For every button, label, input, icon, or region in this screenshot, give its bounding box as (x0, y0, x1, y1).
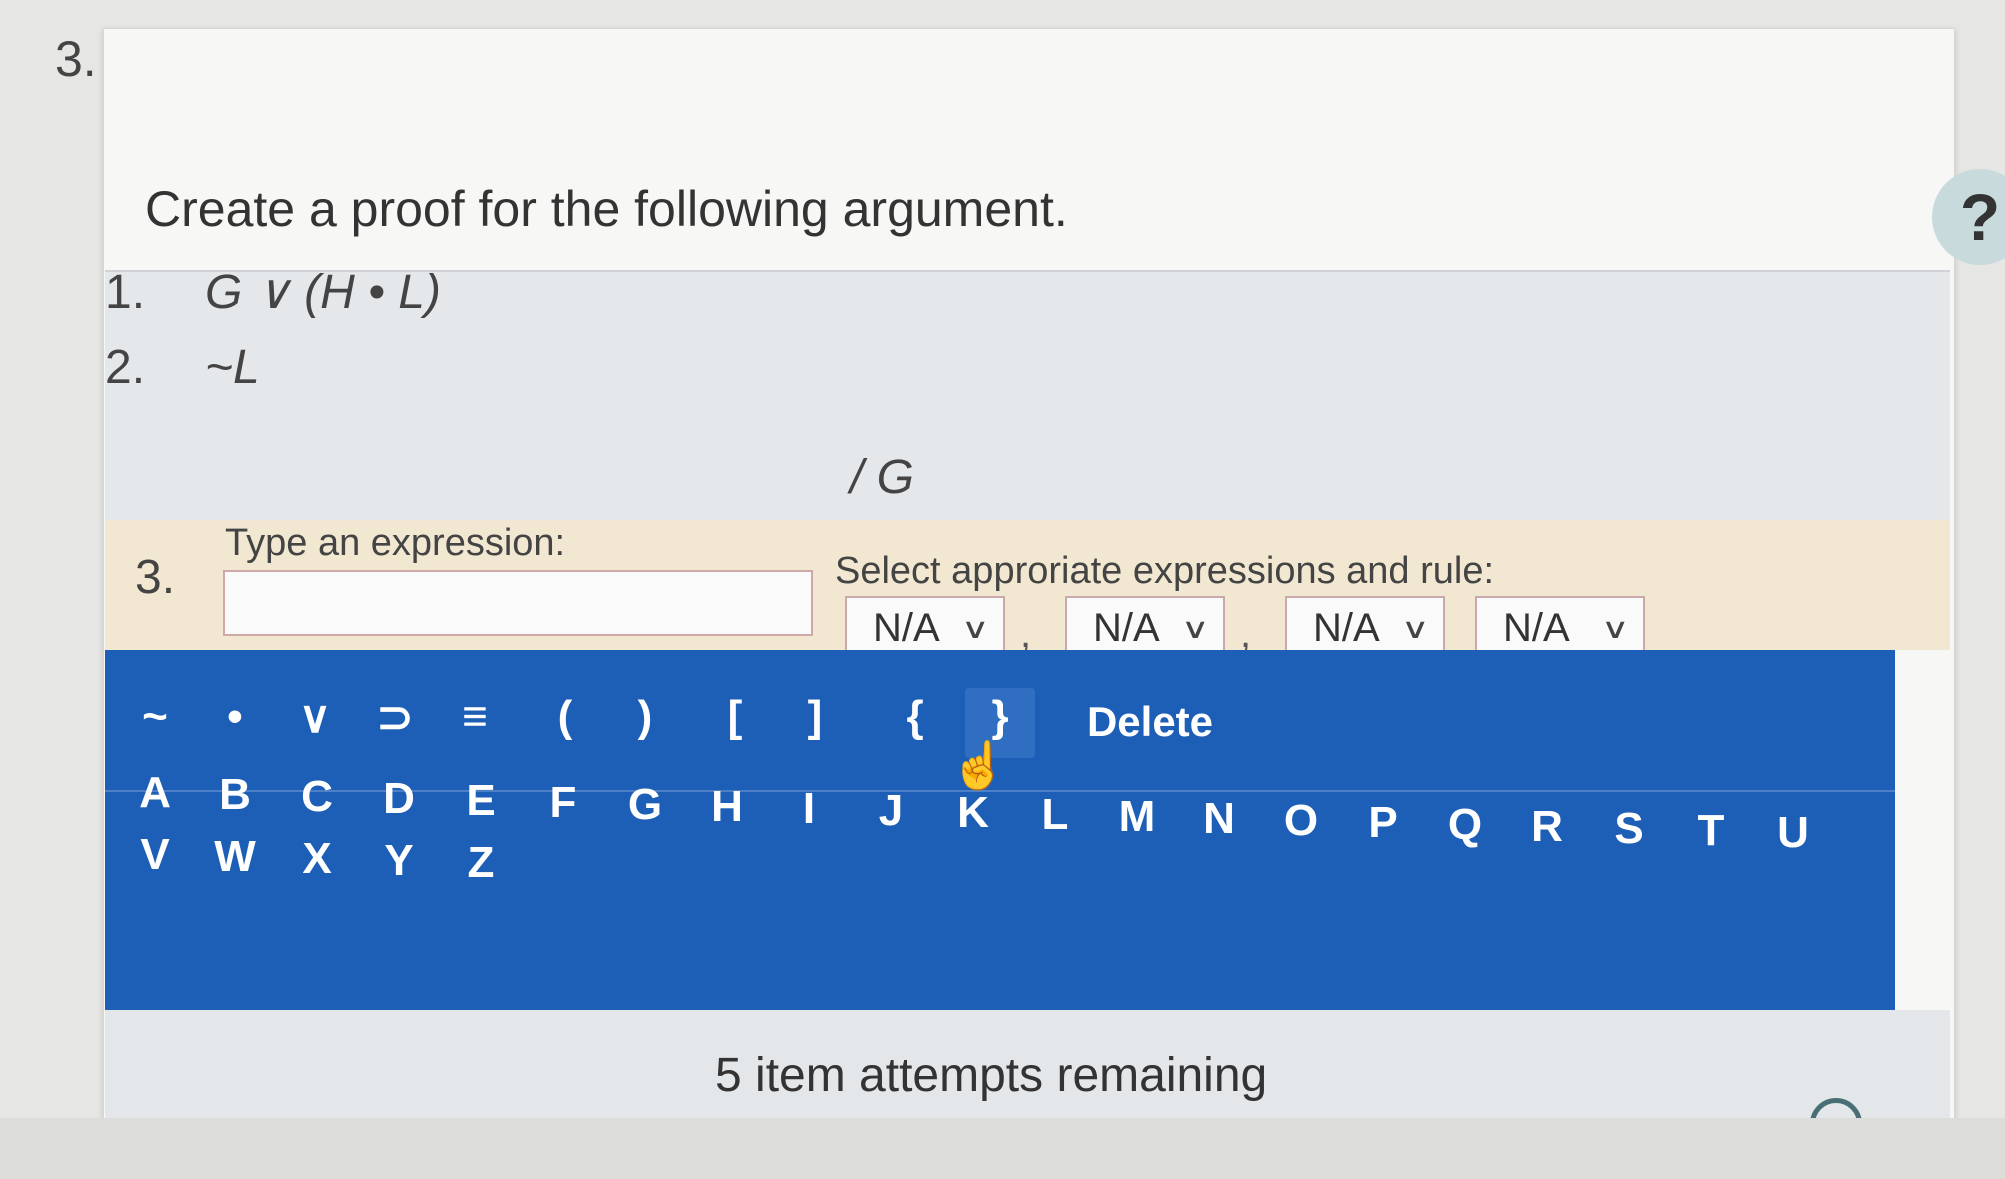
premise-expression: ~L (205, 341, 260, 394)
key-letter[interactable]: G (615, 780, 675, 830)
select-value: N/A (1313, 605, 1380, 650)
select-value: N/A (1503, 605, 1570, 650)
proof-line-input-row: 3. Type an expression: Select approriate… (105, 520, 1950, 660)
key-letter[interactable]: Z (451, 838, 511, 888)
key-wedge[interactable]: ∨ (285, 692, 345, 743)
key-letter[interactable]: A (125, 768, 185, 818)
key-dot[interactable]: • (205, 692, 265, 742)
chevron-down-icon: ∨ (1400, 612, 1430, 644)
rule-label: Select approriate expressions and rule: (835, 550, 1495, 592)
premise-1: 1. G ∨ (H • L) (105, 264, 441, 320)
key-letter[interactable]: U (1763, 808, 1823, 858)
key-letter[interactable]: B (205, 770, 265, 820)
premises-list: 1. G ∨ (H • L) 2. ~L (105, 266, 1950, 522)
key-open-brace[interactable]: { (885, 692, 945, 742)
key-triple-bar[interactable]: ≡ (445, 692, 505, 742)
premise-2: 2. ~L (105, 340, 260, 395)
key-letter[interactable]: J (861, 786, 921, 836)
prompt-title: Create a proof for the following argumen… (145, 181, 1068, 237)
symbol-keyboard: ~ • ∨ ⊃ ≡ ( ) [ ] { } Delete A B C D E F… (105, 650, 1895, 1010)
key-letter[interactable]: V (125, 830, 185, 880)
key-open-paren[interactable]: ( (535, 692, 595, 742)
key-letter[interactable]: Q (1435, 800, 1495, 850)
premise-expression: G ∨ (H • L) (205, 266, 441, 319)
key-horseshoe[interactable]: ⊃ (365, 692, 425, 743)
key-letter[interactable]: Y (369, 836, 429, 886)
chevron-down-icon: ∨ (1600, 612, 1630, 644)
footer: 5 item attempts remaining (105, 1010, 1950, 1118)
conclusion: / G (850, 451, 915, 504)
expression-label: Type an expression: (225, 522, 566, 564)
key-letter[interactable]: X (287, 834, 347, 884)
question-number: 3. (55, 31, 97, 87)
page-background-strip (0, 1118, 2005, 1179)
key-letter[interactable]: M (1107, 792, 1167, 842)
help-button[interactable]: ? (1932, 169, 2005, 265)
key-letter[interactable]: D (369, 774, 429, 824)
key-letter[interactable]: C (287, 772, 347, 822)
key-close-bracket[interactable]: ] (785, 692, 845, 742)
expression-input[interactable] (223, 570, 813, 636)
select-value: N/A (873, 605, 940, 650)
key-letter[interactable]: H (697, 782, 757, 832)
key-close-brace[interactable]: } (970, 692, 1030, 742)
key-letter[interactable]: E (451, 776, 511, 826)
attempts-remaining: 5 item attempts remaining (715, 1049, 1268, 1102)
key-negation[interactable]: ~ (125, 692, 185, 742)
chevron-down-icon: ∨ (960, 612, 990, 644)
key-letter[interactable]: O (1271, 796, 1331, 846)
chevron-down-icon: ∨ (1180, 612, 1210, 644)
premise-number: 1. (105, 266, 146, 319)
key-letter[interactable]: F (533, 778, 593, 828)
key-letter[interactable]: K (943, 788, 1003, 838)
line-number: 3. (135, 551, 176, 604)
select-value: N/A (1093, 605, 1160, 650)
key-open-bracket[interactable]: [ (705, 692, 765, 742)
premise-number: 2. (105, 341, 146, 394)
key-letter[interactable]: L (1025, 790, 1085, 840)
key-letter[interactable]: T (1681, 806, 1741, 856)
key-letter[interactable]: W (205, 832, 265, 882)
key-letter[interactable]: R (1517, 802, 1577, 852)
key-close-paren[interactable]: ) (615, 692, 675, 742)
key-letter[interactable]: I (779, 784, 839, 834)
delete-button[interactable]: Delete (1075, 698, 1225, 746)
hand-pointer-icon: ☝ (950, 739, 1008, 791)
key-letter[interactable]: S (1599, 804, 1659, 854)
key-letter[interactable]: P (1353, 798, 1413, 848)
key-letter[interactable]: N (1189, 794, 1249, 844)
